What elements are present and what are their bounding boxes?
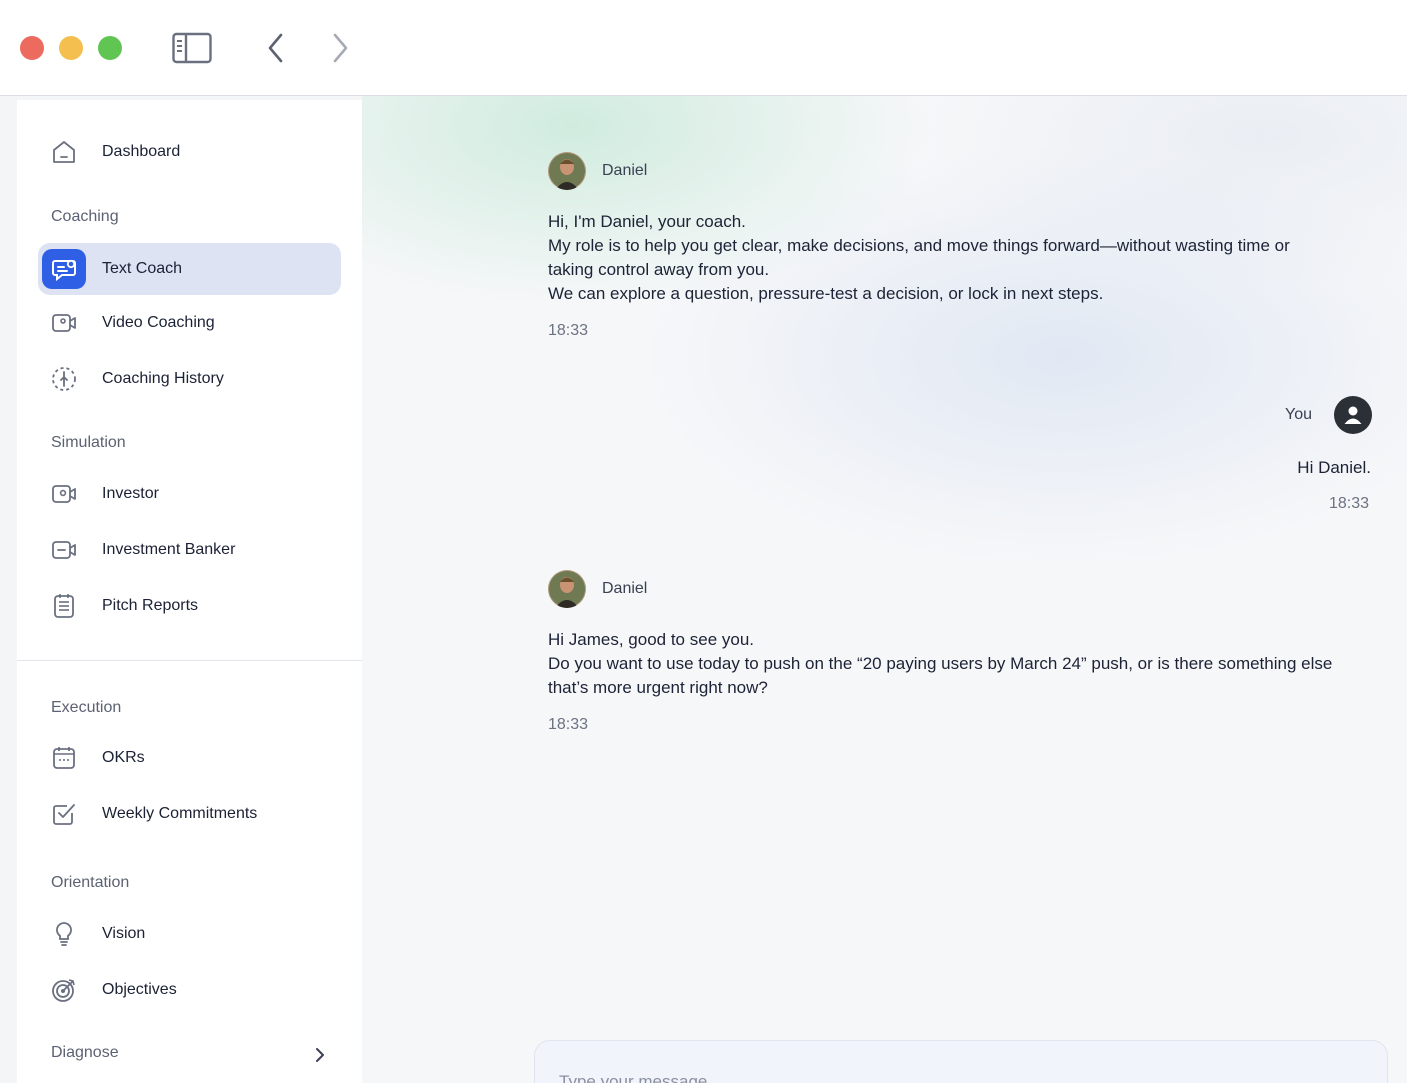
close-window-button[interactable] xyxy=(20,36,44,60)
message-sender: Daniel xyxy=(602,162,648,179)
sidebar-item-label: OKRs xyxy=(102,749,145,766)
sidebar-item-label: Investor xyxy=(102,485,159,502)
sidebar-item-investor[interactable]: Investor xyxy=(38,468,341,520)
message-timestamp: 18:33 xyxy=(548,322,589,339)
sidebar-divider xyxy=(17,660,362,661)
sidebar-item-label: Objectives xyxy=(102,981,177,998)
zoom-window-button[interactable] xyxy=(98,36,122,60)
message-header: Daniel xyxy=(548,570,647,608)
sidebar-item-okrs[interactable]: OKRs xyxy=(38,732,341,784)
message-line: We can explore a question, pressure-test… xyxy=(548,284,1104,303)
message-body: Hi Daniel. xyxy=(1297,456,1371,480)
section-label-execution: Execution xyxy=(51,699,122,716)
section-label-coaching: Coaching xyxy=(51,208,119,225)
sidebar-item-label: Video Coaching xyxy=(102,314,215,331)
home-icon xyxy=(40,128,88,176)
message-line: taking control away from you. xyxy=(548,260,770,279)
message-line: Do you want to use today to push on the … xyxy=(548,654,1333,673)
sidebar-item-pitch-reports[interactable]: Pitch Reports xyxy=(38,580,341,632)
minimize-window-button[interactable] xyxy=(59,36,83,60)
target-icon xyxy=(40,966,88,1014)
sidebar-item-objectives[interactable]: Objectives xyxy=(38,964,341,1016)
video-camera-icon xyxy=(40,299,88,347)
section-label-simulation: Simulation xyxy=(51,434,126,451)
sidebar-item-dashboard[interactable]: Dashboard xyxy=(38,126,341,178)
sidebar-toggle-icon[interactable] xyxy=(172,28,212,68)
sidebar-item-label: Weekly Commitments xyxy=(102,805,258,822)
message-header: You xyxy=(1285,396,1372,434)
message-sender: Daniel xyxy=(602,580,648,597)
message-timestamp: 18:33 xyxy=(1328,495,1369,512)
chat-coach-icon xyxy=(42,249,86,289)
video-person-icon xyxy=(40,470,88,518)
sidebar-item-video-coaching[interactable]: Video Coaching xyxy=(38,297,341,349)
message-sender: You xyxy=(1285,406,1312,423)
sidebar-item-label: Investment Banker xyxy=(102,541,236,558)
sidebar-item-label: Vision xyxy=(102,925,146,942)
coach-avatar xyxy=(548,152,586,190)
section-label-diagnose[interactable]: Diagnose xyxy=(51,1044,119,1062)
section-label-orientation: Orientation xyxy=(51,874,130,891)
back-chevron-icon[interactable] xyxy=(256,28,296,68)
sidebar-item-label: Dashboard xyxy=(102,143,181,160)
forward-chevron-icon[interactable] xyxy=(320,28,360,68)
checkbox-icon xyxy=(40,790,88,838)
lightbulb-icon xyxy=(40,910,88,958)
message-timestamp: 18:33 xyxy=(548,716,589,733)
history-clock-icon xyxy=(40,355,88,403)
message-composer xyxy=(534,1040,1388,1083)
sidebar-item-coaching-history[interactable]: Coaching History xyxy=(38,353,341,405)
user-avatar-icon xyxy=(1334,396,1372,434)
chevron-right-icon[interactable] xyxy=(314,1046,326,1069)
message-line: that’s more urgent right now? xyxy=(548,678,768,697)
message-line: Hi James, good to see you. xyxy=(548,630,755,649)
title-bar xyxy=(0,0,1407,96)
sidebar-item-label: Coaching History xyxy=(102,370,224,387)
sidebar-item-vision[interactable]: Vision xyxy=(38,908,341,960)
message-body: Hi, I'm Daniel, your coach. My role is t… xyxy=(548,210,1378,306)
sidebar-item-text-coach[interactable]: Text Coach xyxy=(38,243,341,295)
sidebar-item-weekly-commitments[interactable]: Weekly Commitments xyxy=(38,788,341,840)
sidebar-item-label: Pitch Reports xyxy=(102,597,199,614)
message-line: Hi, I'm Daniel, your coach. xyxy=(548,212,746,231)
calendar-icon xyxy=(40,734,88,782)
sidebar: Dashboard Coaching Text Coach Video Coac… xyxy=(17,100,362,1083)
chat-panel: Daniel Hi, I'm Daniel, your coach. My ro… xyxy=(362,96,1407,1083)
message-header: Daniel xyxy=(548,152,647,190)
message-line: Hi Daniel. xyxy=(1297,458,1371,477)
sidebar-item-investment-banker[interactable]: Investment Banker xyxy=(38,524,341,576)
report-list-icon xyxy=(40,582,88,630)
sidebar-item-label: Text Coach xyxy=(102,260,183,277)
message-line: My role is to help you get clear, make d… xyxy=(548,236,1290,255)
message-body: Hi James, good to see you. Do you want t… xyxy=(548,628,1388,700)
video-minus-icon xyxy=(40,526,88,574)
message-input[interactable] xyxy=(559,1067,1339,1083)
coach-avatar xyxy=(548,570,586,608)
